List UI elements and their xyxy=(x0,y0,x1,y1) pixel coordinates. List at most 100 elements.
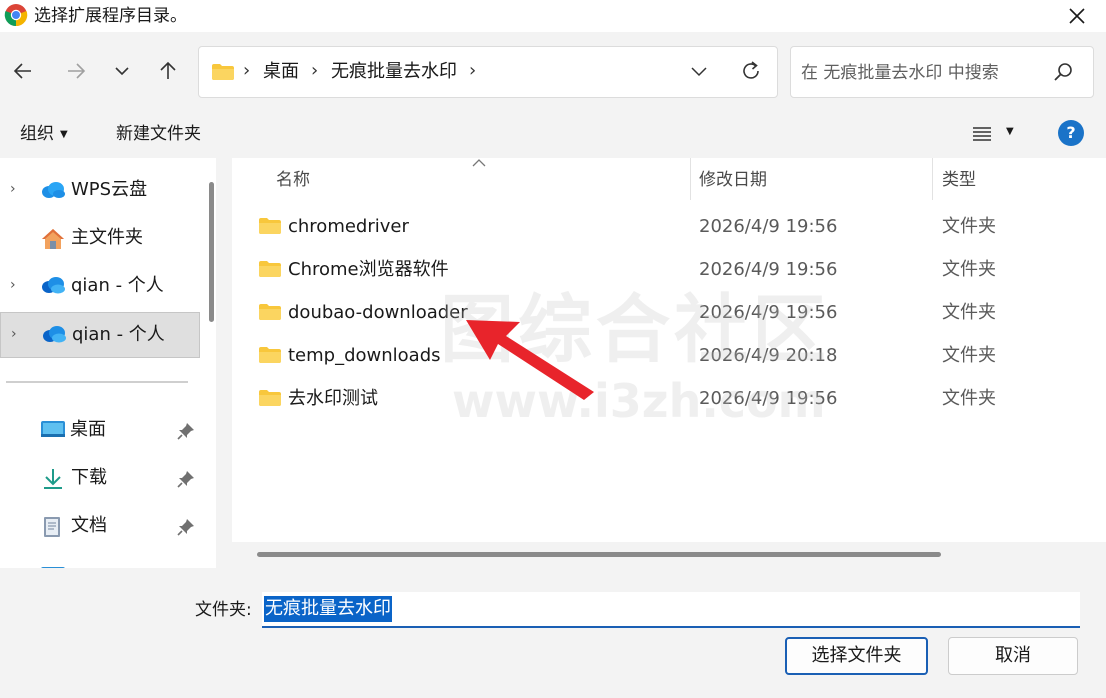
breadcrumb-separator[interactable]: › xyxy=(469,60,476,81)
sidebar-item-onedrive-personal[interactable]: › qian - 个人 xyxy=(0,264,200,310)
recent-locations-button[interactable] xyxy=(105,54,139,88)
pin-icon[interactable] xyxy=(177,518,195,536)
title-bar: 选择扩展程序目录。 xyxy=(0,0,1106,32)
horizontal-scrollbar[interactable] xyxy=(257,552,941,557)
organize-label: 组织 xyxy=(20,124,54,144)
command-bar: 组织 ▼ 新建文件夹 ▼ ? xyxy=(0,112,1106,158)
organize-menu[interactable]: 组织 ▼ xyxy=(20,122,68,147)
sidebar-item-label: qian - 个人 xyxy=(72,324,165,345)
search-input[interactable]: 在 无痕批量去水印 中搜索 xyxy=(801,61,999,85)
vertical-scrollbar[interactable] xyxy=(209,182,214,322)
file-type: 文件夹 xyxy=(942,259,996,280)
arrow-left-icon xyxy=(13,63,31,79)
document-icon xyxy=(44,517,60,537)
chevron-down-icon xyxy=(115,67,129,76)
sidebar-item-label: qian - 个人 xyxy=(71,275,164,296)
refresh-icon[interactable] xyxy=(739,59,763,83)
breadcrumb-separator[interactable]: › xyxy=(311,60,318,81)
sidebar-item-onedrive-personal-selected[interactable]: › qian - 个人 xyxy=(0,312,200,358)
folder-icon xyxy=(259,390,281,406)
chrome-logo xyxy=(4,4,28,27)
file-name: doubao-downloader xyxy=(288,302,468,323)
sidebar-item-label: 文档 xyxy=(71,515,107,536)
sidebar-item-documents[interactable]: 文档 xyxy=(0,504,200,550)
file-date: 2026/4/9 19:56 xyxy=(699,388,838,409)
file-row[interactable]: Chrome浏览器软件 2026/4/9 19:56 文件夹 xyxy=(232,248,1106,291)
file-type: 文件夹 xyxy=(942,216,996,237)
file-date: 2026/4/9 19:56 xyxy=(699,216,838,237)
select-folder-button[interactable]: 选择文件夹 xyxy=(785,637,928,675)
file-date: 2026/4/9 19:56 xyxy=(699,259,838,280)
chevron-down-icon[interactable] xyxy=(689,61,709,81)
column-header-date[interactable]: 修改日期 xyxy=(699,168,767,192)
annotation-arrow-icon xyxy=(466,320,594,400)
file-row[interactable]: doubao-downloader 2026/4/9 19:56 文件夹 xyxy=(232,291,1106,334)
breadcrumb-desktop[interactable]: 桌面 xyxy=(263,60,299,84)
column-header-name[interactable]: 名称 xyxy=(276,168,310,192)
address-bar[interactable]: › 桌面 › 无痕批量去水印 › xyxy=(198,46,778,98)
file-type: 文件夹 xyxy=(942,388,996,409)
help-button[interactable]: ? xyxy=(1058,120,1084,146)
folder-icon xyxy=(259,218,281,234)
folder-icon xyxy=(212,64,234,80)
folder-name-input[interactable]: 无痕批量去水印 xyxy=(262,592,1080,628)
pin-icon[interactable] xyxy=(177,422,195,440)
new-folder-button[interactable]: 新建文件夹 xyxy=(116,122,201,146)
file-row[interactable]: chromedriver 2026/4/9 19:56 文件夹 xyxy=(232,205,1106,248)
sidebar-item-downloads[interactable]: 下载 xyxy=(0,456,200,502)
forward-button[interactable] xyxy=(59,54,93,88)
file-name: temp_downloads xyxy=(288,345,441,366)
chevron-right-icon[interactable]: › xyxy=(10,277,16,293)
caret-down-icon[interactable]: ▼ xyxy=(1006,126,1014,137)
file-type: 文件夹 xyxy=(942,345,996,366)
search-box[interactable]: 在 无痕批量去水印 中搜索 xyxy=(790,46,1094,98)
file-name: Chrome浏览器软件 xyxy=(288,259,449,280)
onedrive-cloud-icon xyxy=(43,326,66,343)
file-row[interactable]: temp_downloads 2026/4/9 20:18 文件夹 xyxy=(232,334,1106,377)
folder-field-label: 文件夹: xyxy=(195,600,252,620)
breadcrumb-separator: › xyxy=(243,60,251,81)
onedrive-cloud-icon xyxy=(42,277,65,294)
cloud-icon xyxy=(42,182,65,198)
file-name: 去水印测试 xyxy=(288,388,378,409)
close-button[interactable] xyxy=(1048,0,1106,32)
desktop-icon xyxy=(41,421,65,437)
chevron-right-icon[interactable]: › xyxy=(10,181,16,197)
file-row[interactable]: 去水印测试 2026/4/9 19:56 文件夹 xyxy=(232,377,1106,420)
folder-icon xyxy=(259,261,281,277)
column-divider[interactable] xyxy=(690,158,691,200)
arrow-up-icon xyxy=(160,61,176,79)
sidebar-item-home[interactable]: 主文件夹 xyxy=(0,216,200,262)
sidebar-item-label: 下载 xyxy=(71,467,107,488)
sidebar-item-label: 桌面 xyxy=(70,419,106,440)
back-button[interactable] xyxy=(6,54,40,88)
breadcrumb-current-folder[interactable]: 无痕批量去水印 xyxy=(331,60,457,84)
column-divider[interactable] xyxy=(932,158,933,200)
window-title: 选择扩展程序目录。 xyxy=(34,6,187,26)
home-icon xyxy=(42,229,64,249)
arrow-right-icon xyxy=(68,63,86,79)
cancel-button[interactable]: 取消 xyxy=(948,637,1078,675)
pin-icon[interactable] xyxy=(177,470,195,488)
file-type: 文件夹 xyxy=(942,302,996,323)
folder-name-value[interactable]: 无痕批量去水印 xyxy=(264,596,392,622)
sidebar-item-label: 主文件夹 xyxy=(71,227,143,248)
list-view-icon[interactable] xyxy=(972,124,992,144)
navigation-pane: › WPS云盘 主文件夹 › qian - 个人 › qian - 个人 桌面 … xyxy=(0,158,216,568)
sidebar-item-desktop[interactable]: 桌面 xyxy=(0,408,200,454)
folder-icon xyxy=(259,347,281,363)
column-header-type[interactable]: 类型 xyxy=(942,168,976,192)
file-date: 2026/4/9 20:18 xyxy=(699,345,838,366)
sidebar-item-label: WPS云盘 xyxy=(71,179,148,200)
sort-ascending-icon xyxy=(472,159,486,167)
folder-icon xyxy=(259,304,281,320)
chevron-right-icon[interactable]: › xyxy=(11,326,17,342)
pane-divider xyxy=(6,381,188,383)
navigation-bar: › 桌面 › 无痕批量去水印 › 在 无痕批量去水印 中搜索 xyxy=(0,32,1106,112)
caret-down-icon: ▼ xyxy=(60,129,68,140)
sidebar-item-partial[interactable] xyxy=(0,554,200,568)
file-name: chromedriver xyxy=(288,216,409,237)
up-button[interactable] xyxy=(151,54,185,88)
file-date: 2026/4/9 19:56 xyxy=(699,302,838,323)
sidebar-item-wps-cloud[interactable]: › WPS云盘 xyxy=(0,168,200,214)
